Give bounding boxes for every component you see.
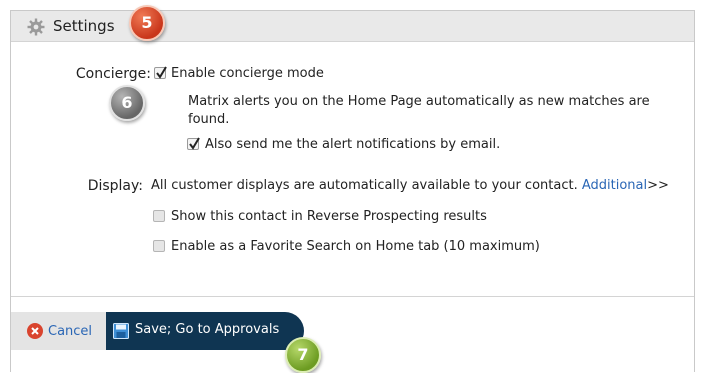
check-icon bbox=[156, 66, 167, 79]
reverse-prospecting-checkbox[interactable] bbox=[153, 210, 165, 222]
display-text: All customer displays are automatically … bbox=[151, 178, 669, 193]
enable-concierge-label: Enable concierge mode bbox=[171, 66, 324, 81]
section-divider bbox=[11, 296, 694, 297]
favorite-search-label: Enable as a Favorite Search on Home tab … bbox=[171, 239, 540, 254]
settings-header: Settings bbox=[11, 11, 694, 42]
cancel-label: Cancel bbox=[48, 323, 93, 339]
additional-link-suffix: >> bbox=[647, 178, 669, 193]
page-title: Settings bbox=[53, 17, 115, 35]
email-alert-checkbox[interactable] bbox=[187, 137, 200, 150]
favorite-search-checkbox[interactable] bbox=[153, 240, 165, 252]
enable-concierge-checkbox[interactable] bbox=[154, 66, 167, 79]
concierge-description-line2: found. bbox=[188, 112, 230, 127]
save-approvals-label: Save; Go to Approvals bbox=[135, 322, 280, 337]
gear-icon bbox=[27, 18, 45, 36]
cancel-button[interactable]: Cancel bbox=[27, 321, 92, 341]
concierge-description-line1: Matrix alerts you on the Home Page autom… bbox=[188, 94, 650, 109]
save-approvals-button[interactable]: Save; Go to Approvals bbox=[106, 312, 304, 350]
reverse-prospecting-label: Show this contact in Reverse Prospecting… bbox=[171, 209, 487, 224]
additional-link[interactable]: Additional bbox=[582, 178, 647, 193]
display-description: All customer displays are automatically … bbox=[151, 178, 578, 193]
email-alert-label: Also send me the alert notifications by … bbox=[205, 137, 501, 152]
concierge-label: Concierge: bbox=[75, 66, 151, 82]
action-bar: Cancel Save; Go to Approvals bbox=[11, 312, 304, 350]
callout-badge-6: 6 bbox=[109, 85, 145, 121]
display-label: Display: bbox=[87, 178, 143, 194]
save-icon bbox=[113, 323, 129, 339]
cancel-icon bbox=[27, 323, 43, 339]
callout-badge-7: 7 bbox=[285, 337, 321, 373]
check-icon bbox=[189, 137, 200, 150]
settings-panel: Settings 5 Concierge: Enable concierge m… bbox=[10, 5, 695, 373]
callout-badge-5: 5 bbox=[129, 5, 165, 41]
